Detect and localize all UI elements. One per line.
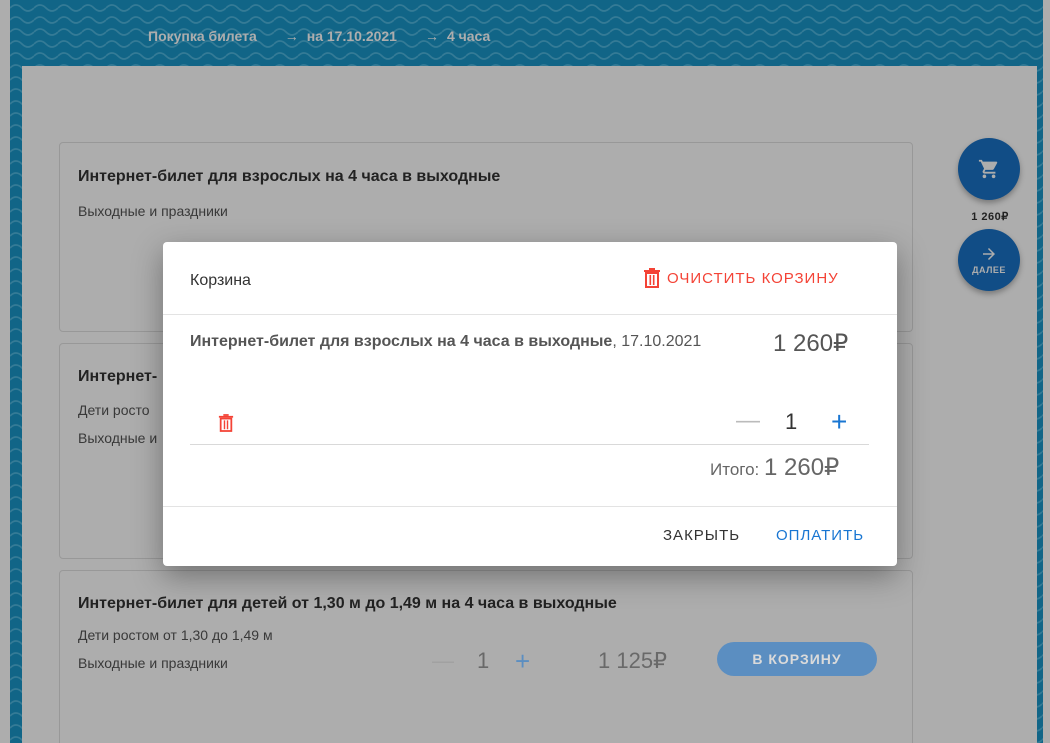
total-label: Итого: — [710, 460, 764, 479]
close-button[interactable]: ЗАКРЫТЬ — [663, 527, 740, 544]
trash-icon — [218, 414, 234, 432]
increase-quantity-button[interactable]: + — [831, 406, 847, 438]
dialog-title: Корзина — [190, 272, 251, 289]
divider — [190, 444, 869, 445]
add-to-cart-label: В КОРЗИНУ — [752, 651, 842, 667]
increase-quantity-button[interactable]: + — [515, 646, 530, 677]
pay-button[interactable]: ОПЛАТИТЬ — [776, 527, 864, 544]
cart-item-name: Интернет-билет для взрослых на 4 часа в … — [190, 333, 613, 350]
cart-total-row: Итого: 1 260₽ — [710, 453, 839, 482]
ticket-price: 1 125₽ — [598, 648, 668, 673]
divider — [163, 506, 897, 507]
quantity-value: 1 — [785, 409, 798, 434]
dialog-header: Корзина ОЧИСТИТЬ КОРЗИНУ — [163, 242, 897, 315]
clear-cart-button[interactable]: ОЧИСТИТЬ КОРЗИНУ — [643, 268, 839, 288]
decrease-quantity-button[interactable]: — — [736, 407, 760, 435]
cart-item-date: , 17.10.2021 — [612, 333, 702, 350]
ticket-card-actions: — 1 + 1 125₽ В КОРЗИНУ — [0, 642, 1050, 682]
total-value: 1 260₽ — [764, 454, 840, 481]
cart-dialog: Корзина ОЧИСТИТЬ КОРЗИНУ Интернет-билет … — [163, 242, 897, 566]
trash-icon — [644, 268, 660, 288]
quantity-value: 1 — [477, 648, 490, 673]
cart-item-title: Интернет-билет для взрослых на 4 часа в … — [190, 333, 701, 351]
add-to-cart-button[interactable]: В КОРЗИНУ — [717, 642, 877, 676]
remove-item-button[interactable] — [218, 414, 234, 437]
clear-cart-label: ОЧИСТИТЬ КОРЗИНУ — [667, 269, 839, 287]
cart-item-price: 1 260₽ — [773, 330, 849, 357]
decrease-quantity-button[interactable]: — — [432, 648, 454, 674]
